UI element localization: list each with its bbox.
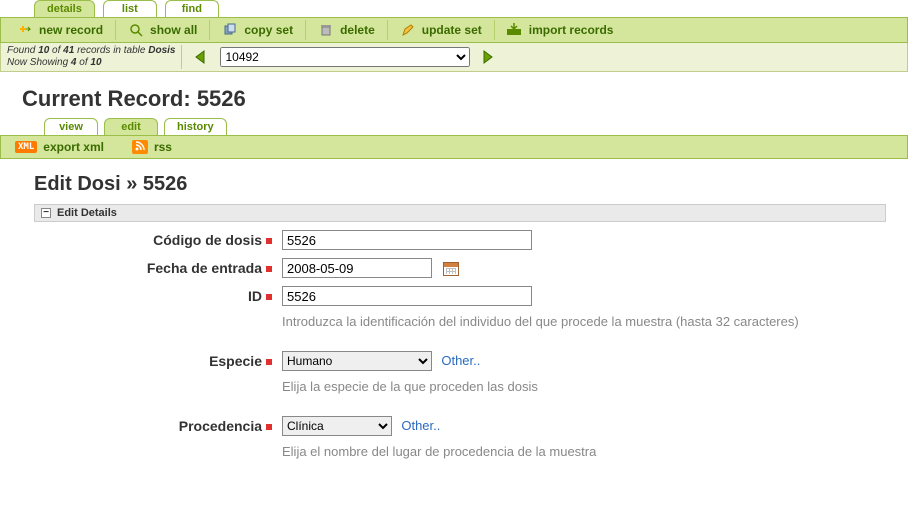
row-procedencia: Procedencia Clínica Other.. Elija el nom… — [34, 416, 886, 473]
hint-procedencia: Elija el nombre del lugar de procedencia… — [282, 444, 886, 459]
required-icon — [266, 266, 272, 272]
copy-set-label: copy set — [244, 23, 293, 37]
export-xml-button[interactable]: XML export xml — [11, 138, 108, 156]
input-codigo[interactable] — [282, 230, 532, 250]
import-records-label: import records — [529, 23, 614, 37]
label-id: ID — [34, 286, 282, 304]
rss-label: rss — [154, 140, 172, 154]
show-all-button[interactable]: show all — [116, 20, 210, 40]
rss-icon — [132, 140, 148, 154]
select-especie[interactable]: Humano — [282, 351, 432, 371]
other-link-especie[interactable]: Other.. — [441, 353, 480, 368]
required-icon — [266, 238, 272, 244]
copy-set-button[interactable]: copy set — [210, 20, 306, 40]
select-procedencia[interactable]: Clínica — [282, 416, 392, 436]
sub-tabs: view edit history — [0, 118, 908, 135]
tab-list[interactable]: list — [103, 0, 157, 17]
delete-button[interactable]: delete — [306, 20, 388, 40]
calendar-icon[interactable] — [443, 262, 459, 276]
hint-id: Introduzca la identificación del individ… — [282, 314, 886, 329]
row-especie: Especie Humano Other.. Elija la especie … — [34, 351, 886, 408]
rss-button[interactable]: rss — [128, 138, 176, 156]
sub-toolbar: XML export xml rss — [0, 135, 908, 159]
label-especie: Especie — [34, 351, 282, 369]
main-toolbar: new record show all copy set delete upda… — [0, 17, 908, 43]
prev-record-button[interactable] — [190, 48, 212, 66]
import-records-button[interactable]: import records — [495, 20, 626, 40]
label-fecha: Fecha de entrada — [34, 258, 282, 276]
top-tabs: details list find — [0, 0, 908, 17]
tab-find[interactable]: find — [165, 0, 219, 17]
row-fecha: Fecha de entrada — [34, 258, 886, 278]
collapse-toggle[interactable]: − — [41, 208, 51, 218]
records-info: Found 10 of 41 records in table Dosis No… — [7, 45, 182, 69]
new-record-button[interactable]: new record — [5, 20, 116, 40]
new-record-label: new record — [39, 23, 103, 37]
pencil-icon — [400, 22, 416, 38]
row-codigo: Código de dosis — [34, 230, 886, 250]
required-icon — [266, 359, 272, 365]
row-id: ID Introduzca la identificación del indi… — [34, 286, 886, 343]
tab-history[interactable]: history — [164, 118, 227, 135]
plus-arrow-icon — [17, 22, 33, 38]
next-record-button[interactable] — [478, 48, 500, 66]
section-title: Edit Details — [57, 207, 117, 219]
input-fecha[interactable] — [282, 258, 432, 278]
records-bar: Found 10 of 41 records in table Dosis No… — [0, 43, 908, 72]
label-procedencia: Procedencia — [34, 416, 282, 434]
export-xml-label: export xml — [43, 140, 104, 154]
edit-title: Edit Dosi » 5526 — [0, 159, 908, 202]
input-id[interactable] — [282, 286, 532, 306]
tab-edit[interactable]: edit — [104, 118, 158, 135]
required-icon — [266, 424, 272, 430]
trash-icon — [318, 22, 334, 38]
copy-icon — [222, 22, 238, 38]
required-icon — [266, 294, 272, 300]
delete-label: delete — [340, 23, 375, 37]
tab-details[interactable]: details — [34, 0, 95, 17]
xml-icon: XML — [15, 141, 37, 153]
other-link-procedencia[interactable]: Other.. — [401, 418, 440, 433]
import-icon — [507, 22, 523, 38]
current-record-heading: Current Record: 5526 — [0, 72, 908, 118]
section-edit-details: − Edit Details — [34, 204, 886, 222]
update-set-label: update set — [422, 23, 482, 37]
hint-especie: Elija la especie de la que proceden las … — [282, 379, 886, 394]
record-select[interactable]: 10492 — [220, 47, 470, 67]
magnifier-icon — [128, 22, 144, 38]
label-codigo: Código de dosis — [34, 230, 282, 248]
update-set-button[interactable]: update set — [388, 20, 495, 40]
tab-view[interactable]: view — [44, 118, 98, 135]
show-all-label: show all — [150, 23, 197, 37]
edit-form: Código de dosis Fecha de entrada ID Intr… — [0, 230, 908, 501]
